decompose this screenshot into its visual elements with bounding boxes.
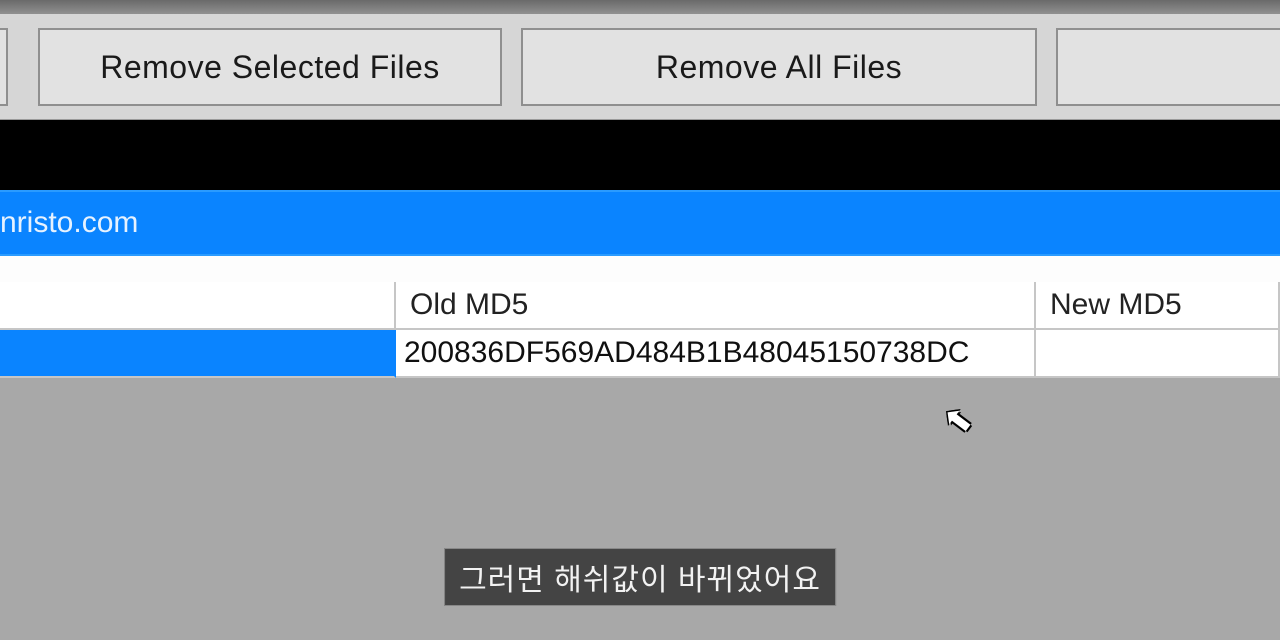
remove-all-files-button[interactable]: Remove All Files bbox=[521, 28, 1037, 106]
cell-old-md5-value: 200836DF569AD484B1B48045150738DC bbox=[404, 336, 969, 370]
column-header-new-md5[interactable]: New MD5 bbox=[1036, 282, 1280, 330]
column-header-old-md5[interactable]: Old MD5 bbox=[396, 282, 1036, 330]
video-caption-text: 그러면 해쉬값이 바뀌었어요 bbox=[459, 564, 821, 597]
column-header-file[interactable] bbox=[0, 282, 396, 330]
column-header-old-md5-label: Old MD5 bbox=[410, 288, 528, 322]
video-caption: 그러면 해쉬값이 바뀌었어요 bbox=[444, 548, 836, 606]
remove-selected-files-label: Remove Selected Files bbox=[100, 49, 440, 86]
window-top-strip bbox=[0, 0, 1280, 14]
cell-old-md5: 200836DF569AD484B1B48045150738DC bbox=[396, 330, 1036, 378]
spacer bbox=[0, 256, 1280, 282]
table-row[interactable]: 200836DF569AD484B1B48045150738DC bbox=[0, 330, 1280, 378]
cell-file bbox=[0, 330, 396, 378]
remove-selected-files-button[interactable]: Remove Selected Files bbox=[38, 28, 502, 106]
md5-table: Old MD5 New MD5 200836DF569AD484B1B48045… bbox=[0, 282, 1280, 378]
toolbar-button-cut-right[interactable] bbox=[1056, 28, 1280, 106]
toolbar: Remove Selected Files Remove All Files bbox=[0, 14, 1280, 120]
table-header-row: Old MD5 New MD5 bbox=[0, 282, 1280, 330]
black-band bbox=[0, 120, 1280, 190]
toolbar-button-cut-left[interactable] bbox=[0, 28, 8, 106]
selected-path-bar[interactable]: nristo.com bbox=[0, 190, 1280, 256]
mouse-cursor-icon: ⬉ bbox=[941, 398, 975, 442]
remove-all-files-label: Remove All Files bbox=[656, 49, 902, 86]
selected-path-text: nristo.com bbox=[0, 206, 138, 240]
column-header-new-md5-label: New MD5 bbox=[1050, 288, 1182, 322]
cell-new-md5 bbox=[1036, 330, 1280, 378]
